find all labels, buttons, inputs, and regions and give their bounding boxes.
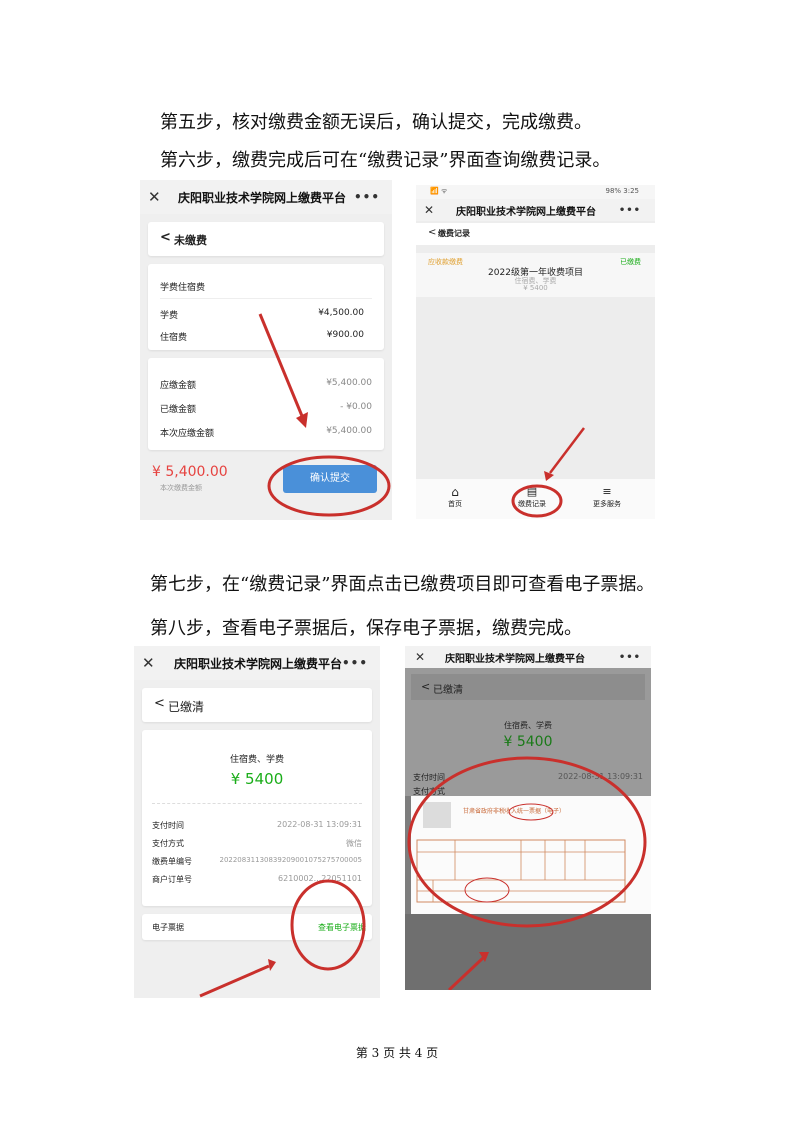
- summary-row: 已缴金额 - ¥0.00: [160, 402, 372, 415]
- title-bar: ✕ 庆阳职业技术学院网上缴费平台 •••: [416, 199, 655, 221]
- home-icon: ⌂: [451, 485, 459, 499]
- summary-row: 本次应缴金额 ¥5,400.00: [160, 426, 372, 439]
- step5-text: 第五步，核对缴费金额无误后，确认提交，完成缴费。: [160, 112, 592, 133]
- section-title: 学费住宿费: [160, 283, 206, 293]
- more-icon[interactable]: •••: [619, 205, 641, 216]
- record-item[interactable]: 应收款缴费 已缴费 2022级第一年收费项目 住宿费、学费 ¥ 5400: [416, 253, 655, 297]
- dim-overlay-bottom: [405, 914, 651, 990]
- back-bar[interactable]: < 缴费记录: [416, 223, 655, 245]
- step6-text: 第六步，缴费完成后可在“缴费记录”界面查询缴费记录。: [160, 150, 611, 171]
- nav-home[interactable]: ⌂ 首页: [448, 485, 462, 509]
- fee-row: 学费 ¥4,500.00: [160, 308, 364, 321]
- chevron-left-icon: <: [160, 230, 171, 245]
- back-bar[interactable]: < 已缴清: [411, 674, 645, 700]
- bottom-nav: ⌂ 首页 ▤ 缴费记录 ≡ 更多服务: [416, 479, 655, 519]
- receipt-label: 电子票据: [152, 923, 184, 932]
- fee-items-card: 学费住宿费 学费 ¥4,500.00 住宿费 ¥900.00: [148, 264, 384, 350]
- back-label: 缴费记录: [438, 229, 470, 238]
- receipt-card: 电子票据 查看电子票据: [142, 914, 372, 940]
- menu-icon: ≡: [602, 485, 612, 498]
- title-bar: ✕ 庆阳职业技术学院网上缴费平台 •••: [140, 180, 392, 214]
- title-bar: ✕ 庆阳职业技术学院网上缴费平台 •••: [134, 646, 380, 680]
- close-icon[interactable]: ✕: [424, 203, 434, 217]
- back-bar[interactable]: < 已缴清: [142, 688, 372, 722]
- back-label: 已缴清: [433, 685, 463, 696]
- detail-row: 商户订单号 6210002...22051101: [152, 874, 362, 884]
- more-icon[interactable]: •••: [354, 190, 380, 204]
- detail-row: 支付时间 2022-08-31 13:09:31: [152, 820, 362, 830]
- app-title: 庆阳职业技术学院网上缴费平台: [178, 190, 347, 205]
- paid-amount: ¥ 5400: [503, 734, 553, 750]
- detail-row: 缴费单编号 2022083113083920900107527570000​5: [152, 856, 362, 866]
- screenshot-unpaid: ✕ 庆阳职业技术学院网上缴费平台 ••• < 未缴费 学费住宿费 学费 ¥4,50…: [140, 180, 392, 520]
- back-bar[interactable]: < 未缴费: [148, 222, 384, 256]
- items-name: 住宿费、学费: [229, 755, 284, 765]
- close-icon[interactable]: ✕: [142, 654, 155, 672]
- paid-amount: ¥ 5400: [230, 770, 284, 788]
- more-icon[interactable]: •••: [342, 656, 368, 670]
- close-icon[interactable]: ✕: [148, 188, 161, 206]
- items-name: 住宿费、学费: [504, 721, 552, 730]
- chevron-left-icon: <: [154, 696, 165, 711]
- total-caption: 本次缴费金额: [160, 484, 202, 492]
- step7-text: 第七步，在“缴费记录”界面点击已缴费项目即可查看电子票据。: [150, 574, 655, 595]
- nav-more[interactable]: ≡ 更多服务: [593, 485, 621, 509]
- app-title: 庆阳职业技术学院网上缴费平台: [456, 206, 596, 218]
- chevron-left-icon: <: [421, 680, 431, 693]
- nav-records[interactable]: ▤ 缴费记录: [518, 485, 546, 509]
- step8-text: 第八步，查看电子票据后，保存电子票据，缴费完成。: [150, 618, 582, 639]
- detail-row: 支付方式 微信: [152, 839, 362, 848]
- chevron-left-icon: <: [428, 227, 437, 238]
- project-amount: ¥ 5400: [523, 284, 548, 292]
- more-icon[interactable]: •••: [619, 652, 641, 663]
- page-footer: 第 3 页 共 4 页: [355, 1046, 439, 1060]
- status-bar: 📶 ᯤ 98% 3:25: [416, 185, 655, 199]
- receipt-table: [416, 803, 626, 903]
- fee-row: 住宿费 ¥900.00: [160, 330, 364, 343]
- screenshot-receipt: ✕ 庆阳职业技术学院网上缴费平台 ••• < 已缴清 住宿费、学费 ¥ 5400…: [405, 646, 651, 990]
- dim-overlay: < 已缴清 住宿费、学费 ¥ 5400 支付时间 2022-08-31 13:09…: [405, 668, 651, 796]
- app-title: 庆阳职业技术学院网上缴费平台: [174, 656, 343, 671]
- summary-card: 应缴金额 ¥5,400.00 已缴金额 - ¥0.00 本次应缴金额 ¥5,400.0…: [148, 358, 384, 450]
- detail-row: 支付时间 2022-08-31 13:09:31: [413, 772, 643, 782]
- receipt-icon: ▤: [526, 485, 538, 498]
- view-receipt-link[interactable]: 查看电子票据: [318, 922, 366, 933]
- total-amount: ¥ 5,400.00: [152, 464, 228, 480]
- back-label: 已缴清: [168, 700, 205, 714]
- back-label: 未缴费: [174, 234, 207, 247]
- e-receipt-image: 甘肃省政府非税收入统一票据（电子）: [411, 796, 651, 914]
- screenshot-records: 📶 ᯤ 98% 3:25 ✕ 庆阳职业技术学院网上缴费平台 ••• < 缴费记录…: [416, 185, 655, 519]
- summary-row: 应缴金额 ¥5,400.00: [160, 378, 372, 391]
- screenshot-paid-detail: ✕ 庆阳职业技术学院网上缴费平台 ••• < 已缴清 住宿费、学费 ¥ 5400…: [134, 646, 380, 998]
- title-bar: ✕ 庆阳职业技术学院网上缴费平台 •••: [405, 646, 651, 668]
- detail-card: 住宿费、学费 ¥ 5400 支付时间 2022-08-31 13:09:31 支付…: [142, 730, 372, 906]
- app-title: 庆阳职业技术学院网上缴费平台: [445, 653, 585, 665]
- submit-button[interactable]: 确认提交: [283, 465, 377, 493]
- close-icon[interactable]: ✕: [415, 650, 425, 664]
